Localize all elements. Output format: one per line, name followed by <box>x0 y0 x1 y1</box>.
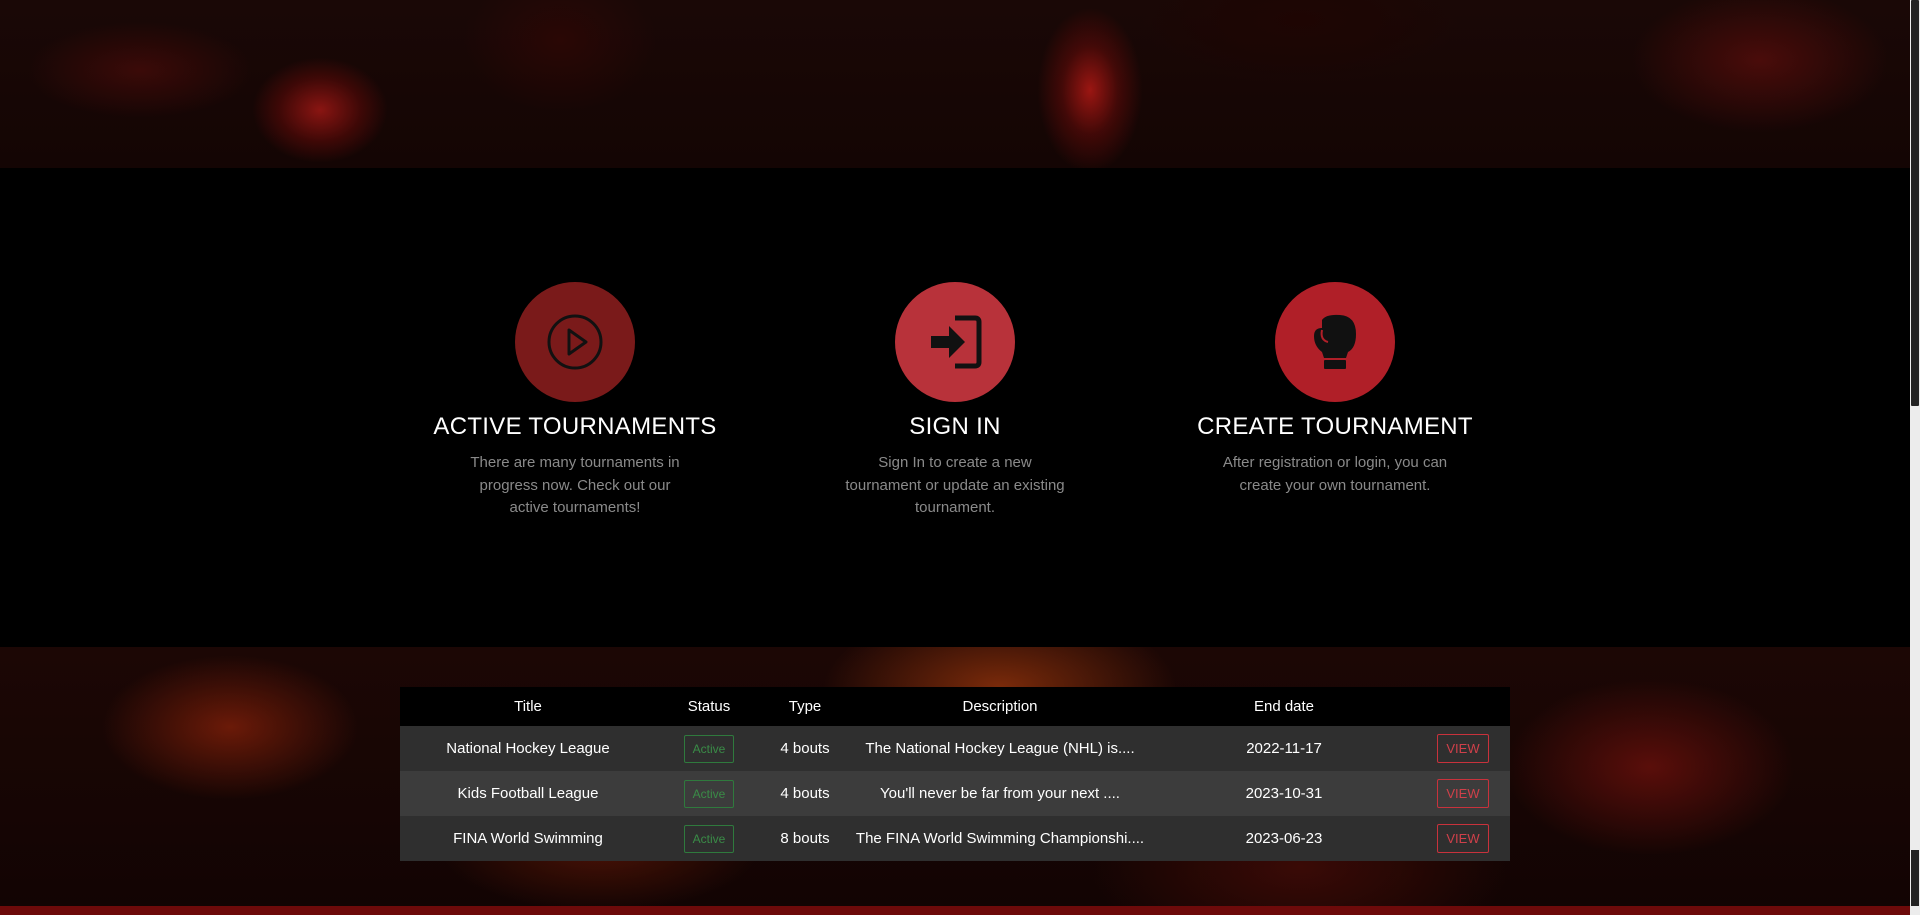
feature-title: CREATE TOURNAMENT <box>1197 413 1473 440</box>
cell-action: VIEW <box>1416 726 1510 771</box>
cell-type: 4 bouts <box>762 726 848 771</box>
table-row: National Hockey League Active 4 bouts Th… <box>400 726 1510 771</box>
feature-title: SIGN IN <box>909 413 1001 440</box>
feature-description: After registration or login, you can cre… <box>1222 454 1448 494</box>
play-circle-icon[interactable] <box>515 282 635 402</box>
status-badge: Active <box>683 824 735 853</box>
status-badge: Active <box>683 734 735 763</box>
cell-description: The National Hockey League (NHL) is.... <box>848 726 1152 771</box>
tournaments-table: Title Status Type Description End date N… <box>400 687 1510 861</box>
feature-description: There are many tournaments in progress n… <box>470 454 680 516</box>
column-header-type: Type <box>762 687 848 726</box>
table-header-row: Title Status Type Description End date <box>400 687 1510 726</box>
hero-background-band <box>0 0 1910 168</box>
cell-title: National Hockey League <box>400 726 656 771</box>
cell-action: VIEW <box>1416 816 1510 861</box>
cell-action: VIEW <box>1416 771 1510 816</box>
cell-status: Active <box>656 816 762 861</box>
cell-end-date: 2023-06-23 <box>1152 816 1416 861</box>
view-button[interactable]: VIEW <box>1437 734 1489 763</box>
status-badge: Active <box>683 779 735 808</box>
cell-end-date: 2023-10-31 <box>1152 771 1416 816</box>
cell-type: 8 bouts <box>762 816 848 861</box>
scrollbar-thumb-lower[interactable] <box>1911 850 1919 906</box>
cell-description: You'll never be far from your next .... <box>848 771 1152 816</box>
column-header-end-date: End date <box>1152 687 1416 726</box>
cell-status: Active <box>656 771 762 816</box>
table-row: Kids Football League Active 4 bouts You'… <box>400 771 1510 816</box>
table-row: FINA World Swimming Active 8 bouts The F… <box>400 816 1510 861</box>
boxing-glove-icon[interactable] <box>1275 282 1395 402</box>
feature-sign-in[interactable]: SIGN IN Sign In to create a new tourname… <box>805 282 1105 520</box>
feature-active-tournaments[interactable]: ACTIVE TOURNAMENTS There are many tourna… <box>425 282 725 520</box>
footer-strip <box>0 906 1910 915</box>
cell-title: FINA World Swimming <box>400 816 656 861</box>
scrollbar-thumb[interactable] <box>1911 0 1919 406</box>
cell-status: Active <box>656 726 762 771</box>
column-header-description: Description <box>848 687 1152 726</box>
cell-description: The FINA World Swimming Championshi.... <box>848 816 1152 861</box>
cell-title: Kids Football League <box>400 771 656 816</box>
cell-end-date: 2022-11-17 <box>1152 726 1416 771</box>
column-header-status: Status <box>656 687 762 726</box>
view-button[interactable]: VIEW <box>1437 779 1489 808</box>
cell-type: 4 bouts <box>762 771 848 816</box>
feature-create-tournament[interactable]: CREATE TOURNAMENT After registration or … <box>1185 282 1485 497</box>
features-section: ACTIVE TOURNAMENTS There are many tourna… <box>0 168 1910 647</box>
column-header-title: Title <box>400 687 656 726</box>
column-header-action <box>1416 687 1510 726</box>
feature-description: Sign In to create a new tournament or up… <box>845 454 1065 516</box>
sign-in-icon[interactable] <box>895 282 1015 402</box>
view-button[interactable]: VIEW <box>1437 824 1489 853</box>
feature-title: ACTIVE TOURNAMENTS <box>433 413 717 440</box>
